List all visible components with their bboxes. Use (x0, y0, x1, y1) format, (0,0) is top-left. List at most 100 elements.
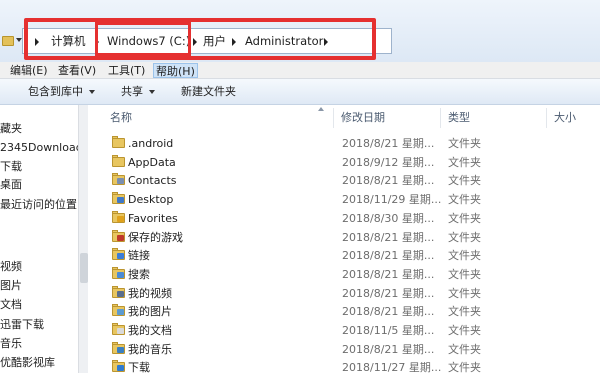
favorites-folder-icon (112, 210, 125, 223)
sidebar-item[interactable]: 下载 (0, 158, 78, 175)
file-name: 搜索 (128, 267, 150, 281)
file-name: .android (128, 137, 174, 150)
folder-icon (2, 36, 14, 46)
table-row[interactable]: 搜索 2018/8/21 星期... 文件夹 (88, 265, 600, 284)
file-type: 文件夹 (448, 286, 481, 300)
column-divider[interactable] (440, 108, 441, 128)
table-row[interactable]: 我的文档 2018/11/5 星期... 文件夹 (88, 321, 600, 340)
table-row[interactable]: AppData 2018/9/12 星期... 文件夹 (88, 153, 600, 172)
folder-icon (112, 154, 125, 167)
file-type: 文件夹 (448, 211, 481, 225)
navigation-pane: 藏夹 2345Downloads 下载桌面最近访问的位置视频图片文档迅雷下载音乐优酷… (0, 105, 88, 373)
file-type: 文件夹 (448, 324, 481, 337)
column-header: 名称 修改日期 类型 大小 (88, 105, 600, 131)
file-date-modified: 2018/8/21 星期... (342, 286, 435, 300)
desktop-folder-icon (112, 192, 125, 205)
location-button[interactable] (0, 28, 22, 54)
file-name: 我的图片 (128, 305, 172, 319)
include-in-library-button[interactable]: 包含到库中 (28, 79, 95, 104)
table-row[interactable]: Desktop 2018/11/29 星期... 文件夹 (88, 190, 600, 209)
file-name: Contacts (128, 174, 177, 188)
sidebar-item[interactable]: 音乐 (0, 335, 78, 352)
sidebar-item[interactable]: 优酷影视库 (0, 354, 78, 371)
documents-folder-icon (112, 323, 125, 335)
file-type: 文件夹 (448, 342, 481, 356)
menu-tools[interactable]: 工具(T) (106, 63, 147, 78)
include-in-library-label: 包含到库中 (28, 85, 83, 98)
table-row[interactable]: 我的视频 2018/8/21 星期... 文件夹 (88, 284, 600, 303)
file-name: 我的音乐 (128, 342, 172, 356)
downloads-folder-icon (112, 360, 125, 373)
table-row[interactable]: 我的音乐 2018/8/21 星期... 文件夹 (88, 340, 600, 359)
file-type: 文件夹 (448, 267, 481, 281)
file-type: 文件夹 (448, 361, 481, 373)
file-date-modified: 2018/8/21 星期... (342, 267, 435, 281)
navigation-scrollbar[interactable] (78, 105, 88, 373)
sidebar-item[interactable]: 桌面 (0, 176, 78, 193)
search-folder-icon (112, 266, 125, 279)
games-folder-icon (112, 229, 125, 242)
file-type: 文件夹 (448, 305, 481, 319)
column-size[interactable]: 大小 (554, 105, 576, 131)
file-name: Desktop (128, 193, 174, 207)
column-date-modified[interactable]: 修改日期 (341, 105, 385, 131)
table-row[interactable]: .android 2018/8/21 星期... 文件夹 (88, 134, 600, 153)
annotation-red-box-drive (95, 22, 191, 56)
command-bar: 包含到库中 共享 新建文件夹 (0, 79, 600, 105)
new-folder-button[interactable]: 新建文件夹 (181, 79, 236, 104)
column-divider[interactable] (333, 108, 334, 128)
table-row[interactable]: 链接 2018/8/21 星期... 文件夹 (88, 246, 600, 265)
music-folder-icon (112, 341, 125, 354)
table-row[interactable]: Favorites 2018/8/30 星期... 文件夹 (88, 209, 600, 228)
sidebar-item[interactable]: 2345Downloads (0, 139, 78, 156)
videos-folder-icon (112, 285, 125, 298)
annotation-red-box (24, 18, 376, 60)
file-date-modified: 2018/8/21 星期... (342, 137, 435, 150)
file-type: 文件夹 (448, 193, 481, 207)
file-date-modified: 2018/8/30 星期... (342, 211, 435, 225)
file-date-modified: 2018/8/21 星期... (342, 230, 435, 244)
file-date-modified: 2018/8/21 星期... (342, 174, 435, 188)
file-type: 文件夹 (448, 249, 481, 263)
menu-help[interactable]: 帮助(H) (153, 63, 198, 78)
sidebar-item[interactable]: 视频 (0, 258, 78, 275)
table-row[interactable]: Contacts 2018/8/21 星期... 文件夹 (88, 171, 600, 190)
file-name: 保存的游戏 (128, 230, 183, 244)
menu-edit[interactable]: 编辑(E) (8, 63, 50, 78)
file-name: 我的文档 (128, 324, 172, 337)
file-list: 名称 修改日期 类型 大小 .android 2018/8/21 星期... 文件夹… (88, 105, 600, 373)
file-date-modified: 2018/8/21 星期... (342, 305, 435, 319)
file-type: 文件夹 (448, 174, 481, 188)
file-date-modified: 2018/11/29 星期... (342, 193, 442, 207)
file-date-modified: 2018/9/12 星期... (342, 155, 435, 169)
chevron-down-icon (89, 90, 95, 94)
sidebar-item[interactable]: 文档 (0, 296, 78, 313)
menu-view[interactable]: 查看(V) (56, 63, 98, 78)
contacts-folder-icon (112, 173, 125, 186)
sidebar-item[interactable]: 最近访问的位置 (0, 196, 78, 213)
sort-ascending-icon (318, 107, 324, 111)
chevron-down-icon (149, 90, 155, 94)
share-button[interactable]: 共享 (121, 79, 155, 104)
sidebar-item[interactable]: 藏夹 (0, 120, 78, 137)
file-date-modified: 2018/11/5 星期... (342, 324, 435, 337)
file-name: 我的视频 (128, 286, 172, 300)
address-bar-region: 计算机 Windows7 (C:) 用户 Administrator (0, 0, 600, 62)
column-divider[interactable] (546, 108, 547, 128)
column-name[interactable]: 名称 (110, 105, 132, 131)
scrollbar-thumb[interactable] (80, 253, 88, 283)
file-name: AppData (128, 155, 176, 169)
file-name: 链接 (128, 249, 150, 263)
sidebar-item[interactable]: 迅雷下载 (0, 316, 78, 333)
table-row[interactable]: 保存的游戏 2018/8/21 星期... 文件夹 (88, 228, 600, 247)
table-row[interactable]: 我的图片 2018/8/21 星期... 文件夹 (88, 302, 600, 321)
file-date-modified: 2018/8/21 星期... (342, 249, 435, 263)
sidebar-item[interactable]: 图片 (0, 277, 78, 294)
column-type[interactable]: 类型 (448, 105, 470, 131)
file-name: 下载 (128, 361, 150, 373)
file-type: 文件夹 (448, 155, 481, 169)
links-folder-icon (112, 248, 125, 261)
table-row[interactable]: 下载 2018/11/27 星期... 文件夹 (88, 358, 600, 373)
file-date-modified: 2018/8/21 星期... (342, 342, 435, 356)
share-label: 共享 (121, 85, 143, 98)
